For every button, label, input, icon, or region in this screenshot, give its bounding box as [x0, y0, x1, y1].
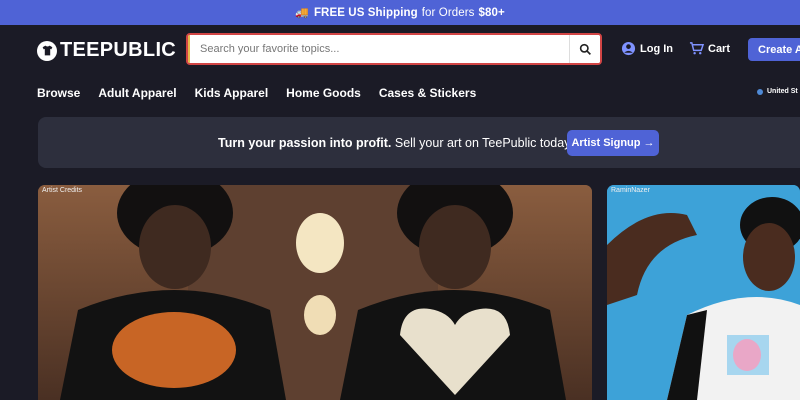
- promo-lead: FREE US Shipping: [313, 6, 418, 19]
- globe-icon: [757, 88, 763, 95]
- search-bar: [186, 33, 602, 65]
- banner-strong: Turn your passion into profit.: [218, 136, 392, 150]
- search-icon: [579, 43, 591, 55]
- nav-item-home-goods[interactable]: Home Goods: [286, 86, 361, 100]
- tshirt-icon: [37, 40, 57, 61]
- login-link[interactable]: Log In: [621, 41, 673, 56]
- user-icon: [621, 41, 636, 56]
- main-nav: Browse Adult Apparel Kids Apparel Home G…: [37, 86, 494, 100]
- teepublic-logo[interactable]: TEEPUBLIC: [37, 39, 176, 62]
- cart-link[interactable]: Cart: [689, 41, 730, 56]
- create-account-button[interactable]: Create Ac: [748, 38, 800, 61]
- login-label: Log In: [640, 42, 673, 55]
- hero-image-side[interactable]: RaminNazer: [607, 185, 800, 400]
- artist-signup-button[interactable]: Artist Signup →: [567, 130, 659, 156]
- nav-item-cases-stickers[interactable]: Cases & Stickers: [379, 86, 476, 100]
- region-label: United St: [767, 88, 798, 95]
- logo-text: TEEPUBLIC: [60, 39, 177, 61]
- site-header: TEEPUBLIC Log In Cart Create Ac: [0, 25, 800, 75]
- promo-bar: 🚚 FREE US Shipping for Orders $80+: [0, 0, 800, 25]
- search-input[interactable]: [188, 35, 569, 63]
- cart-label: Cart: [708, 42, 731, 55]
- promo-middle: for Orders: [421, 6, 475, 19]
- search-button[interactable]: [569, 35, 600, 63]
- image-credit: Artist Credits: [42, 187, 83, 194]
- banner-text: Turn your passion into profit. Sell your…: [218, 136, 574, 150]
- nav-item-browse[interactable]: Browse: [37, 86, 80, 100]
- nav-item-kids-apparel[interactable]: Kids Apparel: [195, 86, 269, 100]
- nav-item-adult-apparel[interactable]: Adult Apparel: [98, 86, 176, 100]
- image-credit-side: RaminNazer: [611, 187, 650, 194]
- cart-icon: [689, 42, 704, 55]
- banner-rest: Sell your art on TeePublic today!: [394, 136, 574, 150]
- promo-tail: $80+: [478, 6, 505, 19]
- hero-photo: [38, 185, 592, 400]
- hero-image-main[interactable]: Artist Credits: [38, 185, 592, 400]
- side-photo: [607, 185, 800, 400]
- region-selector[interactable]: United St: [757, 88, 798, 95]
- truck-icon: 🚚: [295, 7, 309, 19]
